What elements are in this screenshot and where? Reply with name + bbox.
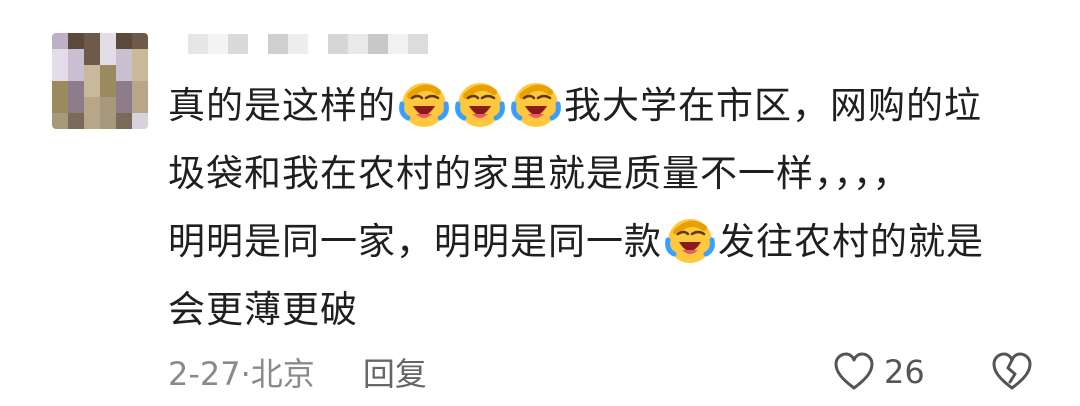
avatar-pixel — [116, 49, 132, 65]
avatar-pixel — [68, 81, 84, 97]
avatar-pixel — [132, 65, 148, 81]
avatar-pixel — [132, 49, 148, 65]
username-pixel — [168, 34, 188, 54]
reply-button[interactable]: 回复 — [363, 349, 427, 395]
avatar-pixel — [68, 113, 84, 129]
username-pixel — [308, 34, 328, 54]
avatar-pixel — [100, 113, 116, 129]
username-pixel — [348, 34, 368, 54]
username-pixel — [208, 34, 228, 54]
avatar-pixel — [52, 49, 68, 65]
avatar-pixel — [68, 97, 84, 113]
avatar[interactable] — [52, 33, 148, 129]
comment-line-3: 明明是同一家，明明是同一款 发往农村的就是 — [168, 208, 1048, 276]
face-with-tears-of-joy-icon — [510, 78, 562, 130]
username-pixel — [268, 34, 288, 54]
comment-segment: 明明是同一家，明明是同一款 — [168, 220, 662, 263]
avatar-pixel — [52, 65, 68, 81]
avatar-pixel — [84, 33, 100, 49]
avatar-pixel — [116, 97, 132, 113]
avatar-pixel — [68, 33, 84, 49]
heart-icon — [834, 352, 874, 390]
avatar-pixel — [52, 81, 68, 97]
comment-segment: 我大学在市区，网购的垃 — [564, 84, 982, 127]
avatar-pixel — [116, 81, 132, 97]
avatar-pixel — [68, 49, 84, 65]
like-count: 26 — [884, 353, 925, 391]
comment-line-2: 圾袋和我在农村的家里就是质量不一样，，，， — [168, 140, 1048, 208]
comment-text: 真的是这样的 我大学在市区，网购的垃 圾袋和我在农村的家里就是质量不一样，，，， … — [168, 72, 1048, 344]
avatar-pixel — [84, 81, 100, 97]
avatar-pixel — [52, 113, 68, 129]
avatar-pixel — [100, 97, 116, 113]
avatar-pixel — [116, 33, 132, 49]
username-pixel — [248, 34, 268, 54]
avatar-pixel — [132, 97, 148, 113]
username-redacted[interactable] — [168, 24, 468, 64]
comment-line-4: 会更薄更破 — [168, 276, 1048, 344]
face-with-tears-of-joy-icon — [664, 214, 716, 266]
username-pixel — [408, 34, 428, 54]
avatar-pixel — [84, 113, 100, 129]
avatar-pixel — [100, 49, 116, 65]
username-pixel — [228, 34, 248, 54]
avatar-pixel — [132, 81, 148, 97]
face-with-tears-of-joy-icon — [398, 78, 450, 130]
avatar-pixel — [132, 33, 148, 49]
username-pixel — [328, 34, 348, 54]
date-location: 2-27·北京 — [168, 355, 315, 393]
avatar-pixel — [116, 113, 132, 129]
avatar-pixel — [52, 97, 68, 113]
comment-segment: 会更薄更破 — [168, 288, 358, 331]
avatar-pixel — [100, 65, 116, 81]
avatar-pixel — [84, 65, 100, 81]
avatar-pixel — [84, 97, 100, 113]
face-with-tears-of-joy-icon — [454, 78, 506, 130]
broken-heart-icon[interactable] — [990, 350, 1034, 394]
username-pixel — [188, 34, 208, 54]
comment-segment: 圾袋和我在农村的家里就是质量不一样，，，， — [168, 152, 911, 195]
avatar-pixel — [132, 113, 148, 129]
avatar-pixel — [116, 65, 132, 81]
comment-segment: 真的是这样的 — [168, 84, 396, 127]
comment-segment: 发往农村的就是 — [718, 220, 984, 263]
avatar-pixel — [84, 49, 100, 65]
avatar-pixel — [100, 81, 116, 97]
avatar-pixel — [52, 33, 68, 49]
avatar-pixel — [68, 65, 84, 81]
username-pixel — [388, 34, 408, 54]
comment-line-1: 真的是这样的 我大学在市区，网购的垃 — [168, 72, 1048, 140]
username-pixel — [368, 34, 388, 54]
like-button[interactable]: 26 — [832, 348, 925, 396]
avatar-pixel — [100, 33, 116, 49]
username-pixel — [288, 34, 308, 54]
